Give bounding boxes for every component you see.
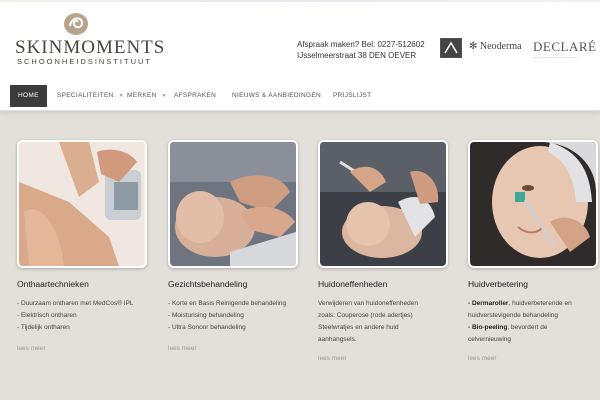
card-line: - Dermaroller, huidverbeterende en [468, 298, 572, 310]
brand-mark-icon [444, 41, 458, 54]
chevron-down-icon: ▼ [161, 93, 167, 99]
card-line: - Moisturising behandeling [168, 312, 244, 319]
read-more-link[interactable]: lees meer [17, 345, 46, 352]
card-line: - Tijdelijk ontharen [17, 324, 70, 331]
card-line-text: , bevordert de [507, 324, 548, 331]
nav-afspraken[interactable]: AFSPRAKEN [174, 85, 216, 107]
read-more-link[interactable]: lees meer [468, 355, 497, 362]
logo-subtitle: SCHOONHEIDSINSTITUUT [17, 57, 153, 66]
logo-swirl-icon[interactable] [62, 10, 90, 38]
card-huidverbetering [468, 140, 598, 268]
card-line: Verwijderen van huidoneffenheden [318, 300, 418, 307]
nav-specialiteiten-label: SPECIALITEITEN [57, 92, 114, 99]
nav-merken[interactable]: MERKEN ▼ [127, 85, 167, 107]
nav-specialiteiten[interactable]: SPECIALITEITEN ▼ [57, 85, 124, 107]
contact-address: IJsselmeerstraat 38 DEN OEVER [297, 51, 417, 60]
card-line: aanhangsels. [318, 336, 357, 343]
card-description: - Dermaroller, huidverbeterende en huidv… [468, 298, 572, 346]
main-nav: HOME SPECIALITEITEN ▼ MERKEN ▼ AFSPRAKEN N… [0, 80, 600, 111]
photo-image [19, 142, 145, 266]
nav-nieuws-label: NIEUWS & AANBIEDINGEN [232, 92, 322, 99]
logo-name[interactable]: SKINMOMENTS [15, 37, 165, 59]
card-title[interactable]: Gezichtsbehandeling [168, 279, 247, 289]
card-line: - Korte en Basis Reinigende behandeling [168, 300, 287, 307]
brand-logo-icon[interactable] [440, 38, 462, 58]
card-title[interactable]: Huidoneffenheden [318, 279, 387, 289]
contact-phone: Afspraak maken? Bel: 0227-512602 [297, 40, 425, 49]
contact-info: Afspraak maken? Bel: 0227-512602 IJsselm… [297, 39, 425, 61]
photo-dermaroller[interactable] [468, 140, 598, 268]
brand-declare[interactable]: DECLARÉ [533, 39, 596, 55]
card-description: - Duurzaam ontharen met MedCos® IPL - El… [17, 298, 133, 334]
card-line-text: , huidverbeterende en [508, 300, 572, 307]
card-description: - Korte en Basis Reinigende behandeling … [168, 298, 286, 334]
read-more-link[interactable]: lees meer [168, 345, 197, 352]
card-onthaartechnieken [17, 140, 147, 268]
dermaroller-highlight: - Dermaroller [468, 300, 509, 307]
card-line: - Bio-peeling, bevordert de [468, 322, 572, 334]
card-title[interactable]: Huidverbetering [468, 279, 528, 289]
nav-afspraken-label: AFSPRAKEN [174, 92, 217, 99]
card-huidoneffenheden [318, 140, 448, 268]
card-title[interactable]: Onthaartechnieken [17, 279, 89, 289]
photo-skin-treatment[interactable] [318, 140, 448, 268]
nav-merken-label: MERKEN [127, 92, 157, 99]
photo-hair-removal[interactable] [17, 140, 147, 268]
photo-image [170, 142, 296, 266]
card-line: - Duurzaam ontharen met MedCos® IPL [17, 300, 134, 307]
biopeeling-highlight: - Bio-peeling [468, 324, 508, 331]
card-line: huidverstevigende behandeling [468, 312, 558, 319]
card-line: - Ultra Sonoor behandeling [168, 324, 246, 331]
nav-prijslijst[interactable]: PRIJSLIJST [333, 85, 371, 107]
card-line: celvernieuwing [468, 336, 511, 343]
brand-declare-tagline: ————————— [533, 54, 578, 59]
card-gezichtsbehandeling [168, 140, 298, 268]
site-header: SKINMOMENTS SCHOONHEIDSINSTITUUT Afspraa… [0, 0, 600, 80]
brand-neoderma[interactable]: ✻ Neoderma [469, 41, 522, 52]
top-accent-line [0, 0, 600, 2]
photo-image [320, 142, 446, 266]
nav-home[interactable]: HOME [10, 85, 47, 107]
card-line: zoals: Couperose (rode adertjes) [318, 312, 413, 319]
nav-home-label: HOME [18, 92, 39, 99]
photo-facial[interactable] [168, 140, 298, 268]
chevron-down-icon: ▼ [118, 93, 124, 99]
read-more-link[interactable]: lees meer [318, 355, 347, 362]
photo-image [470, 142, 596, 266]
card-line: Steelwratjes en andere huid [318, 324, 399, 331]
card-line: - Elektrisch ontharen [17, 312, 77, 319]
brand-neoderma-label: Neoderma [479, 41, 522, 52]
nav-nieuws[interactable]: NIEUWS & AANBIEDINGEN [232, 85, 321, 107]
card-description: Verwijderen van huidoneffenheden zoals: … [318, 298, 418, 346]
nav-prijslijst-label: PRIJSLIJST [333, 92, 372, 99]
